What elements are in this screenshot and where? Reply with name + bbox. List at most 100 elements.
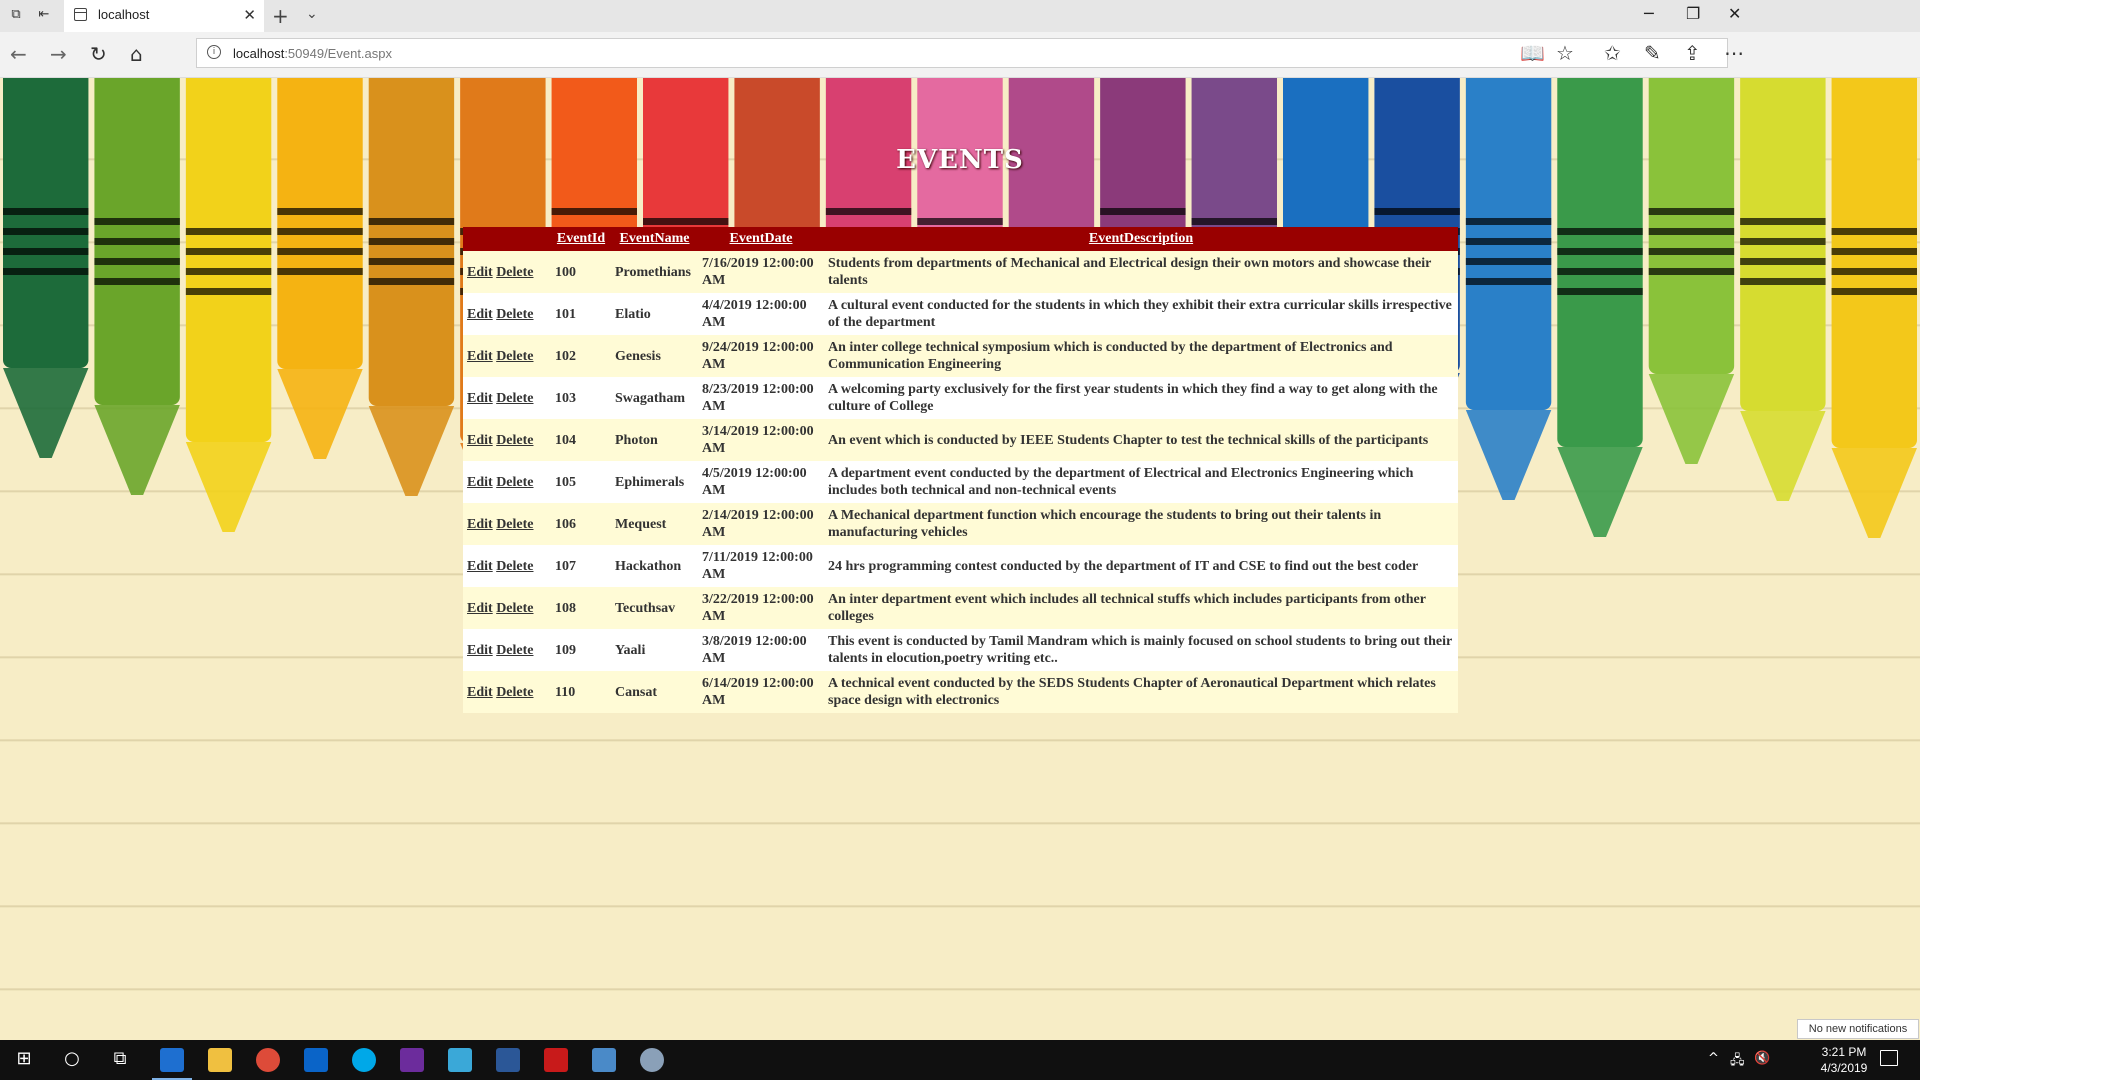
- delete-link[interactable]: Delete: [496, 265, 533, 280]
- header-eventdescription[interactable]: EventDescription: [824, 227, 1458, 251]
- sort-eventname-link[interactable]: EventName: [620, 231, 690, 246]
- skype-taskbar-icon[interactable]: [352, 1048, 376, 1072]
- forward-icon[interactable]: →: [50, 42, 67, 66]
- edit-link[interactable]: Edit: [467, 349, 493, 364]
- new-tab-button[interactable]: +: [272, 4, 289, 28]
- table-row: Edit Delete 109 Yaali 3/8/2019 12:00:00 AM T…: [463, 629, 1458, 671]
- cell-eventid: 110: [551, 671, 611, 713]
- close-tab-icon[interactable]: ✕: [243, 6, 256, 24]
- site-info-icon[interactable]: i: [207, 45, 221, 59]
- clock[interactable]: 3:21 PM 4/3/2019: [1814, 1044, 1874, 1076]
- delete-link[interactable]: Delete: [496, 391, 533, 406]
- row-commands: Edit Delete: [463, 503, 551, 545]
- volume-muted-icon[interactable]: 🔇: [1754, 1051, 1770, 1066]
- edit-link[interactable]: Edit: [467, 391, 493, 406]
- row-commands: Edit Delete: [463, 671, 551, 713]
- cell-eventname: Ephimerals: [611, 461, 698, 503]
- outlook-taskbar-icon[interactable]: [304, 1048, 328, 1072]
- edit-link[interactable]: Edit: [467, 307, 493, 322]
- show-hidden-icons-chevron-icon[interactable]: ^: [1708, 1051, 1719, 1066]
- favorites-hub-icon[interactable]: ✩: [1604, 41, 1621, 65]
- chrome-taskbar-icon[interactable]: [256, 1048, 280, 1072]
- delete-link[interactable]: Delete: [496, 685, 533, 700]
- delete-link[interactable]: Delete: [496, 517, 533, 532]
- header-eventname[interactable]: EventName: [611, 227, 698, 251]
- edit-link[interactable]: Edit: [467, 559, 493, 574]
- cell-eventdescription: A welcoming party exclusively for the fi…: [824, 377, 1458, 419]
- start-windows-icon[interactable]: ⊞: [12, 1048, 36, 1069]
- refresh-icon[interactable]: ↻: [90, 42, 107, 66]
- cell-eventdescription: Students from departments of Mechanical …: [824, 251, 1458, 293]
- table-row: Edit Delete 107 Hackathon 7/11/2019 12:00:0…: [463, 545, 1458, 587]
- delete-link[interactable]: Delete: [496, 643, 533, 658]
- header-eventid[interactable]: EventId: [551, 227, 611, 251]
- cell-eventname: Hackathon: [611, 545, 698, 587]
- cell-eventdate: 6/14/2019 12:00:00 AM: [698, 671, 824, 713]
- row-commands: Edit Delete: [463, 587, 551, 629]
- close-window-icon[interactable]: ✕: [1728, 4, 1741, 23]
- page-viewport: EVENTS EventId EventName EventDate Event…: [0, 78, 1920, 1040]
- cell-eventid: 106: [551, 503, 611, 545]
- word-taskbar-icon[interactable]: [496, 1048, 520, 1072]
- cell-eventid: 102: [551, 335, 611, 377]
- edit-link[interactable]: Edit: [467, 601, 493, 616]
- edit-link[interactable]: Edit: [467, 475, 493, 490]
- edit-link[interactable]: Edit: [467, 517, 493, 532]
- network-icon[interactable]: 🖧: [1730, 1051, 1745, 1073]
- table-row: Edit Delete 104 Photon 3/14/2019 12:00:00 A…: [463, 419, 1458, 461]
- tab-localhost[interactable]: localhost ✕: [64, 0, 264, 32]
- sort-eventid-link[interactable]: EventId: [557, 231, 605, 246]
- tools-taskbar-icon[interactable]: [640, 1048, 664, 1072]
- acrobat-taskbar-icon[interactable]: [544, 1048, 568, 1072]
- file-explorer-taskbar-icon[interactable]: [208, 1048, 232, 1072]
- delete-link[interactable]: Delete: [496, 475, 533, 490]
- set-tabs-aside-icon[interactable]: ⇤: [36, 7, 52, 23]
- crayon: [1648, 78, 1735, 464]
- cell-eventdate: 7/11/2019 12:00:00 AM: [698, 545, 824, 587]
- remote-desktop-taskbar-icon[interactable]: [592, 1048, 616, 1072]
- cell-eventid: 109: [551, 629, 611, 671]
- edit-link[interactable]: Edit: [467, 265, 493, 280]
- delete-link[interactable]: Delete: [496, 601, 533, 616]
- web-note-icon[interactable]: ✎: [1644, 41, 1661, 65]
- favorite-star-icon[interactable]: ☆: [1556, 41, 1574, 65]
- reading-view-icon[interactable]: 📖: [1520, 41, 1545, 65]
- table-row: Edit Delete 108 Tecuthsav 3/22/2019 12:00:0…: [463, 587, 1458, 629]
- cell-eventdescription: An inter department event which includes…: [824, 587, 1458, 629]
- cell-eventname: Promethians: [611, 251, 698, 293]
- cell-eventdate: 4/5/2019 12:00:00 AM: [698, 461, 824, 503]
- minimize-icon[interactable]: ─: [1644, 4, 1654, 23]
- edit-link[interactable]: Edit: [467, 433, 493, 448]
- task-view-icon[interactable]: ⧉: [108, 1048, 132, 1069]
- cortana-search-icon[interactable]: ○: [60, 1048, 84, 1069]
- cell-eventid: 103: [551, 377, 611, 419]
- tab-actions-icon[interactable]: ⧉: [8, 7, 24, 23]
- back-icon[interactable]: ←: [10, 42, 27, 66]
- home-icon[interactable]: ⌂: [130, 42, 143, 66]
- maximize-icon[interactable]: ❐: [1686, 4, 1700, 23]
- edit-link[interactable]: Edit: [467, 685, 493, 700]
- notepad-taskbar-icon[interactable]: [448, 1048, 472, 1072]
- delete-link[interactable]: Delete: [496, 433, 533, 448]
- visual-studio-taskbar-icon[interactable]: [400, 1048, 424, 1072]
- delete-link[interactable]: Delete: [496, 307, 533, 322]
- edge-taskbar-icon[interactable]: [160, 1048, 184, 1072]
- row-commands: Edit Delete: [463, 419, 551, 461]
- header-eventdate[interactable]: EventDate: [698, 227, 824, 251]
- sort-eventdescription-link[interactable]: EventDescription: [1089, 231, 1193, 246]
- cell-eventid: 107: [551, 545, 611, 587]
- crayon: [3, 78, 89, 458]
- row-commands: Edit Delete: [463, 335, 551, 377]
- edit-link[interactable]: Edit: [467, 643, 493, 658]
- cell-eventname: Yaali: [611, 629, 698, 671]
- address-input[interactable]: i localhost:50949/Event.aspx: [196, 38, 1728, 68]
- delete-link[interactable]: Delete: [496, 349, 533, 364]
- tab-list-chevron-icon[interactable]: ⌄: [306, 6, 318, 22]
- action-center-icon[interactable]: [1880, 1050, 1898, 1066]
- row-commands: Edit Delete: [463, 629, 551, 671]
- delete-link[interactable]: Delete: [496, 559, 533, 574]
- sort-eventdate-link[interactable]: EventDate: [730, 231, 793, 246]
- table-row: Edit Delete 105 Ephimerals 4/5/2019 12:00:0…: [463, 461, 1458, 503]
- more-icon[interactable]: ⋯: [1724, 41, 1744, 65]
- share-icon[interactable]: ⇪: [1684, 41, 1701, 65]
